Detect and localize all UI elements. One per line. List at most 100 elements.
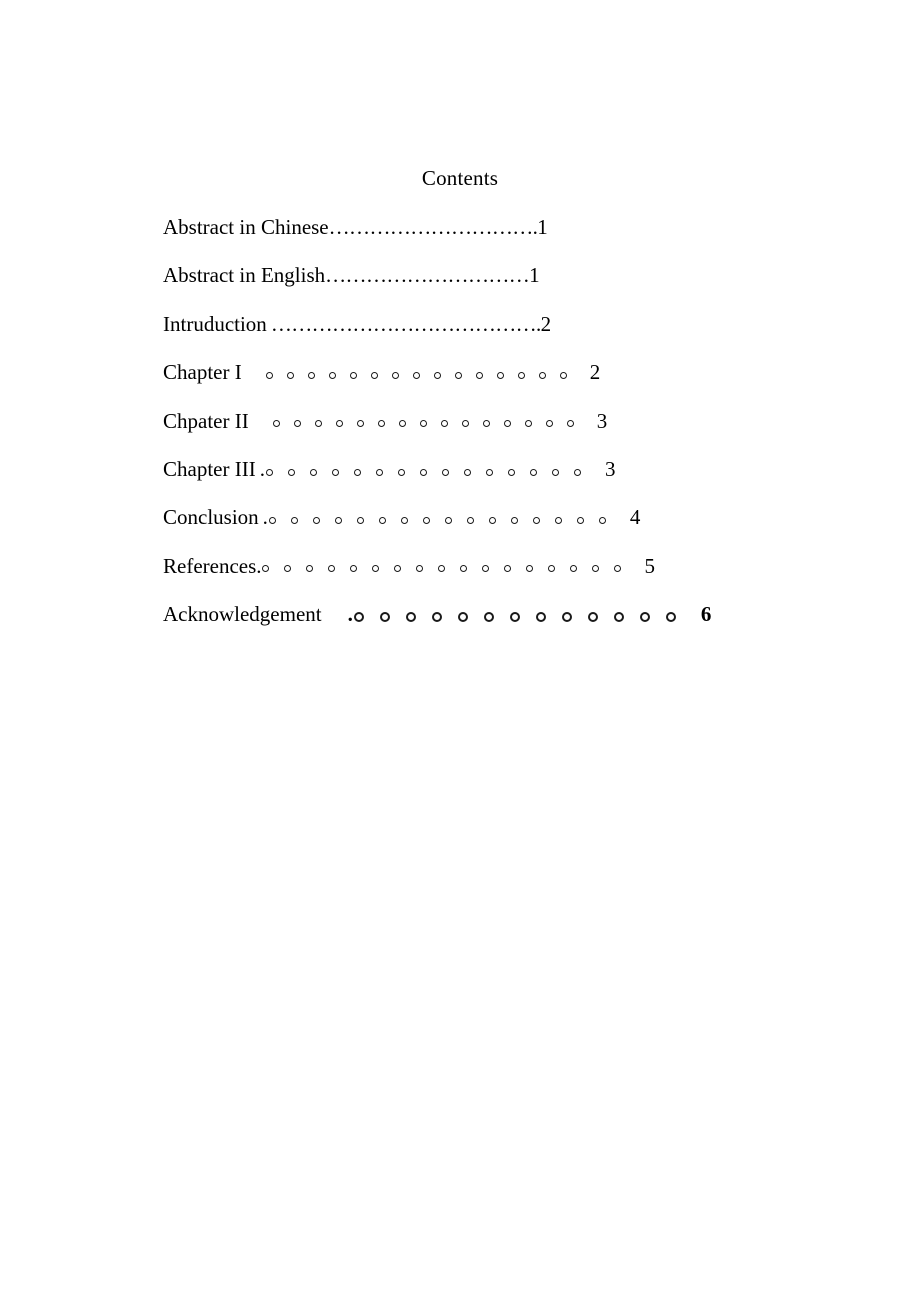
toc-leader-circle — [371, 565, 379, 573]
toc-entry[interactable]: Acknowledgement. 6 — [163, 601, 863, 649]
toc-leader-circle — [559, 371, 567, 379]
toc-leader-lead-dot: . — [259, 456, 265, 481]
toc-leader-circle — [265, 371, 273, 379]
toc-leader-circle — [517, 371, 525, 379]
toc-leader-circle — [587, 612, 598, 623]
toc-leader-circle — [331, 468, 339, 476]
toc-leader-circle — [576, 517, 584, 525]
toc-leader-circle — [327, 565, 335, 573]
toc-leader-circle — [265, 468, 273, 476]
toc-entry-label: Conclusion — [163, 505, 259, 530]
toc-leader-circle — [412, 371, 420, 379]
toc-leader-circles: . — [263, 504, 621, 530]
toc-leader-circle — [312, 517, 320, 525]
toc-entry-label: Chpater II — [163, 408, 249, 433]
toc-leader-circle — [441, 468, 449, 476]
toc-entry[interactable]: Abstract in English…………………………1 — [163, 262, 863, 310]
toc-leader-circle — [433, 371, 441, 379]
toc-entry[interactable]: Chapter I 2 — [163, 359, 863, 407]
toc-leader-circle — [475, 371, 483, 379]
toc-entry-label: Intruduction — [163, 311, 267, 336]
toc-entry-page-number: 1 — [537, 215, 548, 239]
toc-leader-circle — [529, 468, 537, 476]
toc-leader-circles: . — [260, 456, 596, 482]
toc-leader-circle — [665, 612, 676, 623]
toc-leader-circle — [272, 420, 280, 428]
toc-leader-circle — [538, 371, 546, 379]
toc-leader-circle — [554, 517, 562, 525]
toc-leader-circle — [287, 468, 295, 476]
toc-leader-circle — [482, 420, 490, 428]
toc-entry[interactable]: Chapter III. 3 — [163, 456, 863, 504]
toc-leader-circle — [598, 517, 606, 525]
page-title: Contents — [421, 166, 499, 190]
toc-entry-label: References. — [163, 553, 262, 578]
toc-leader-circle — [377, 420, 385, 428]
toc-leader-circle — [545, 420, 553, 428]
toc-leader-circle — [335, 420, 343, 428]
toc-leader-circle — [466, 517, 474, 525]
toc-leader-dots: …………………………………. — [270, 311, 541, 336]
toc-leader-circle — [375, 468, 383, 476]
toc-entry-page-number: 1 — [529, 263, 540, 288]
toc-leader-circle — [454, 371, 462, 379]
toc-leader-circle — [547, 565, 555, 573]
toc-leader-circle — [639, 612, 650, 623]
toc-leader-circle — [524, 420, 532, 428]
toc-leader-circle — [398, 420, 406, 428]
document-page: Contents Abstract in Chinese………………………….1… — [0, 0, 920, 1302]
toc-leader-circle — [561, 612, 572, 623]
toc-leader-circle — [510, 517, 518, 525]
toc-leader-circle — [431, 612, 442, 623]
toc-leader-circle — [503, 420, 511, 428]
toc-entry[interactable]: Intruduction ………………………………….2 — [163, 311, 863, 359]
toc-leader-circle — [370, 371, 378, 379]
toc-entry[interactable]: Abstract in Chinese………………………….1 — [163, 214, 863, 262]
toc-leader-circle — [457, 612, 468, 623]
toc-leader-circle — [314, 420, 322, 428]
toc-leader-circle — [286, 371, 294, 379]
toc-leader-circle — [496, 371, 504, 379]
toc-entry-label: Acknowledgement — [163, 602, 322, 627]
toc-entry-page-number: 6 — [700, 602, 712, 627]
toc-leader-circle — [397, 468, 405, 476]
toc-leader-circle — [444, 517, 452, 525]
toc-leader-circle — [309, 468, 317, 476]
toc-leader-circle — [481, 565, 489, 573]
toc-leader-circle — [483, 612, 494, 623]
toc-leader-circle — [356, 517, 364, 525]
toc-leader-circle — [378, 517, 386, 525]
toc-leader-circle — [400, 517, 408, 525]
toc-leader-circle — [463, 468, 471, 476]
toc-entry-label: Chapter I — [163, 360, 242, 385]
toc-leader-circle — [551, 468, 559, 476]
toc-entry-label: Abstract in English — [163, 263, 326, 288]
toc-leader-circle — [268, 517, 276, 525]
toc-leader-circle — [535, 612, 546, 623]
toc-leader-circle — [613, 612, 624, 623]
toc-leader-circles: . — [348, 601, 692, 627]
toc-leader-circle — [393, 565, 401, 573]
toc-leader-circle — [415, 565, 423, 573]
toc-leader-circle — [507, 468, 515, 476]
toc-leader-circle — [437, 565, 445, 573]
toc-entry-page-number: 4 — [629, 505, 641, 530]
toc-entry[interactable]: Conclusion. 4 — [163, 504, 863, 552]
toc-leader-lead-dot: . — [262, 505, 268, 530]
toc-leader-lead-dot: . — [347, 602, 353, 627]
toc-leader-circle — [591, 565, 599, 573]
toc-leader-circle — [379, 612, 390, 623]
toc-leader-circle — [328, 371, 336, 379]
toc-leader-circles — [265, 359, 581, 385]
table-of-contents-list: Abstract in Chinese………………………….1 Abstract … — [163, 214, 863, 650]
toc-entry-page-number: 3 — [596, 408, 608, 433]
toc-leader-circle — [307, 371, 315, 379]
toc-leader-circle — [334, 517, 342, 525]
toc-leader-circle — [349, 371, 357, 379]
toc-entry[interactable]: Chpater II 3 — [163, 408, 863, 456]
toc-leader-circle — [419, 468, 427, 476]
toc-entry[interactable]: References. 5 — [163, 553, 863, 601]
toc-leader-circle — [503, 565, 511, 573]
toc-leader-circles — [261, 553, 636, 579]
toc-leader-circle — [293, 420, 301, 428]
